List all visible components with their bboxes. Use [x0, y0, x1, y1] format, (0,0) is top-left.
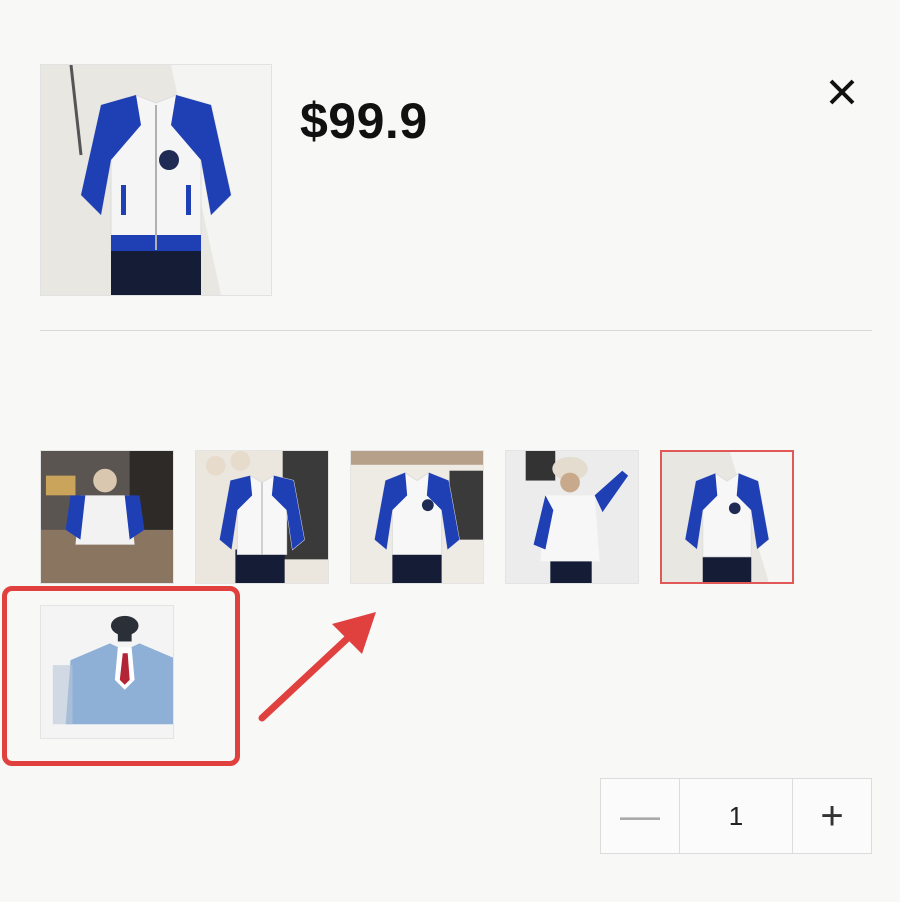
variant-option-1[interactable]	[40, 450, 174, 584]
jacket-flatlay-photo-2-icon	[351, 451, 483, 583]
jacket-in-box-photo-icon	[662, 452, 792, 582]
decrease-quantity-button[interactable]: —	[601, 779, 679, 853]
close-icon	[829, 79, 855, 105]
product-main-image	[40, 64, 272, 296]
child-wearing-jacket-photo-icon	[506, 451, 638, 583]
variant-option-2[interactable]	[195, 450, 329, 584]
divider	[40, 330, 872, 331]
jacket-photo-icon	[41, 65, 271, 295]
product-price: $99.9	[300, 93, 428, 149]
annotation-highlight-box	[2, 586, 240, 766]
annotation-arrow-icon	[258, 612, 376, 722]
child-sitting-jacket-photo-icon	[41, 451, 173, 583]
quantity-stepper: — 1 +	[600, 778, 872, 854]
variant-option-3[interactable]	[350, 450, 484, 584]
variant-option-4[interactable]	[505, 450, 639, 584]
jacket-flatlay-photo-icon	[196, 451, 328, 583]
variant-option-5-selected[interactable]	[660, 450, 794, 584]
increase-quantity-button[interactable]: +	[793, 779, 871, 853]
close-button[interactable]	[820, 70, 864, 114]
quantity-value[interactable]: 1	[679, 779, 793, 853]
sku-selector-panel: $99.9 — 1 +	[0, 0, 900, 902]
